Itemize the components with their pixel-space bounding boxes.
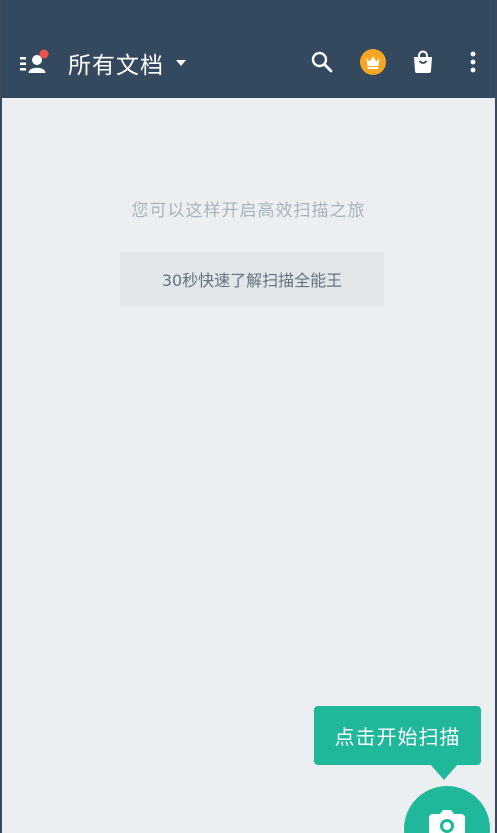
more-vertical-icon xyxy=(470,51,476,73)
search-icon xyxy=(311,51,333,73)
scan-tooltip: 点击开始扫描 xyxy=(314,706,481,765)
menu-icon xyxy=(20,49,49,73)
scan-camera-button[interactable] xyxy=(404,786,490,833)
menu-button[interactable] xyxy=(16,48,56,78)
shopping-bag-icon xyxy=(414,50,432,73)
caret-down-icon xyxy=(176,60,186,66)
notification-dot xyxy=(39,49,49,59)
tooltip-arrow xyxy=(430,764,458,780)
crown-icon xyxy=(360,49,386,75)
folder-selector[interactable]: 所有文档 xyxy=(68,46,186,80)
toolbar: 所有文档 xyxy=(0,26,497,98)
empty-state-hint: 您可以这样开启高效扫描之旅 xyxy=(131,201,366,221)
more-options-button[interactable] xyxy=(457,46,489,78)
shop-button[interactable] xyxy=(407,46,439,78)
quick-guide-button[interactable]: 30秒快速了解扫描全能王 xyxy=(120,252,384,306)
camera-icon xyxy=(429,810,465,833)
page-title: 所有文档 xyxy=(68,53,164,79)
app-bar: 所有文档 xyxy=(0,0,497,98)
search-button[interactable] xyxy=(306,46,338,78)
status-bar xyxy=(0,0,497,26)
premium-button[interactable] xyxy=(357,46,389,78)
